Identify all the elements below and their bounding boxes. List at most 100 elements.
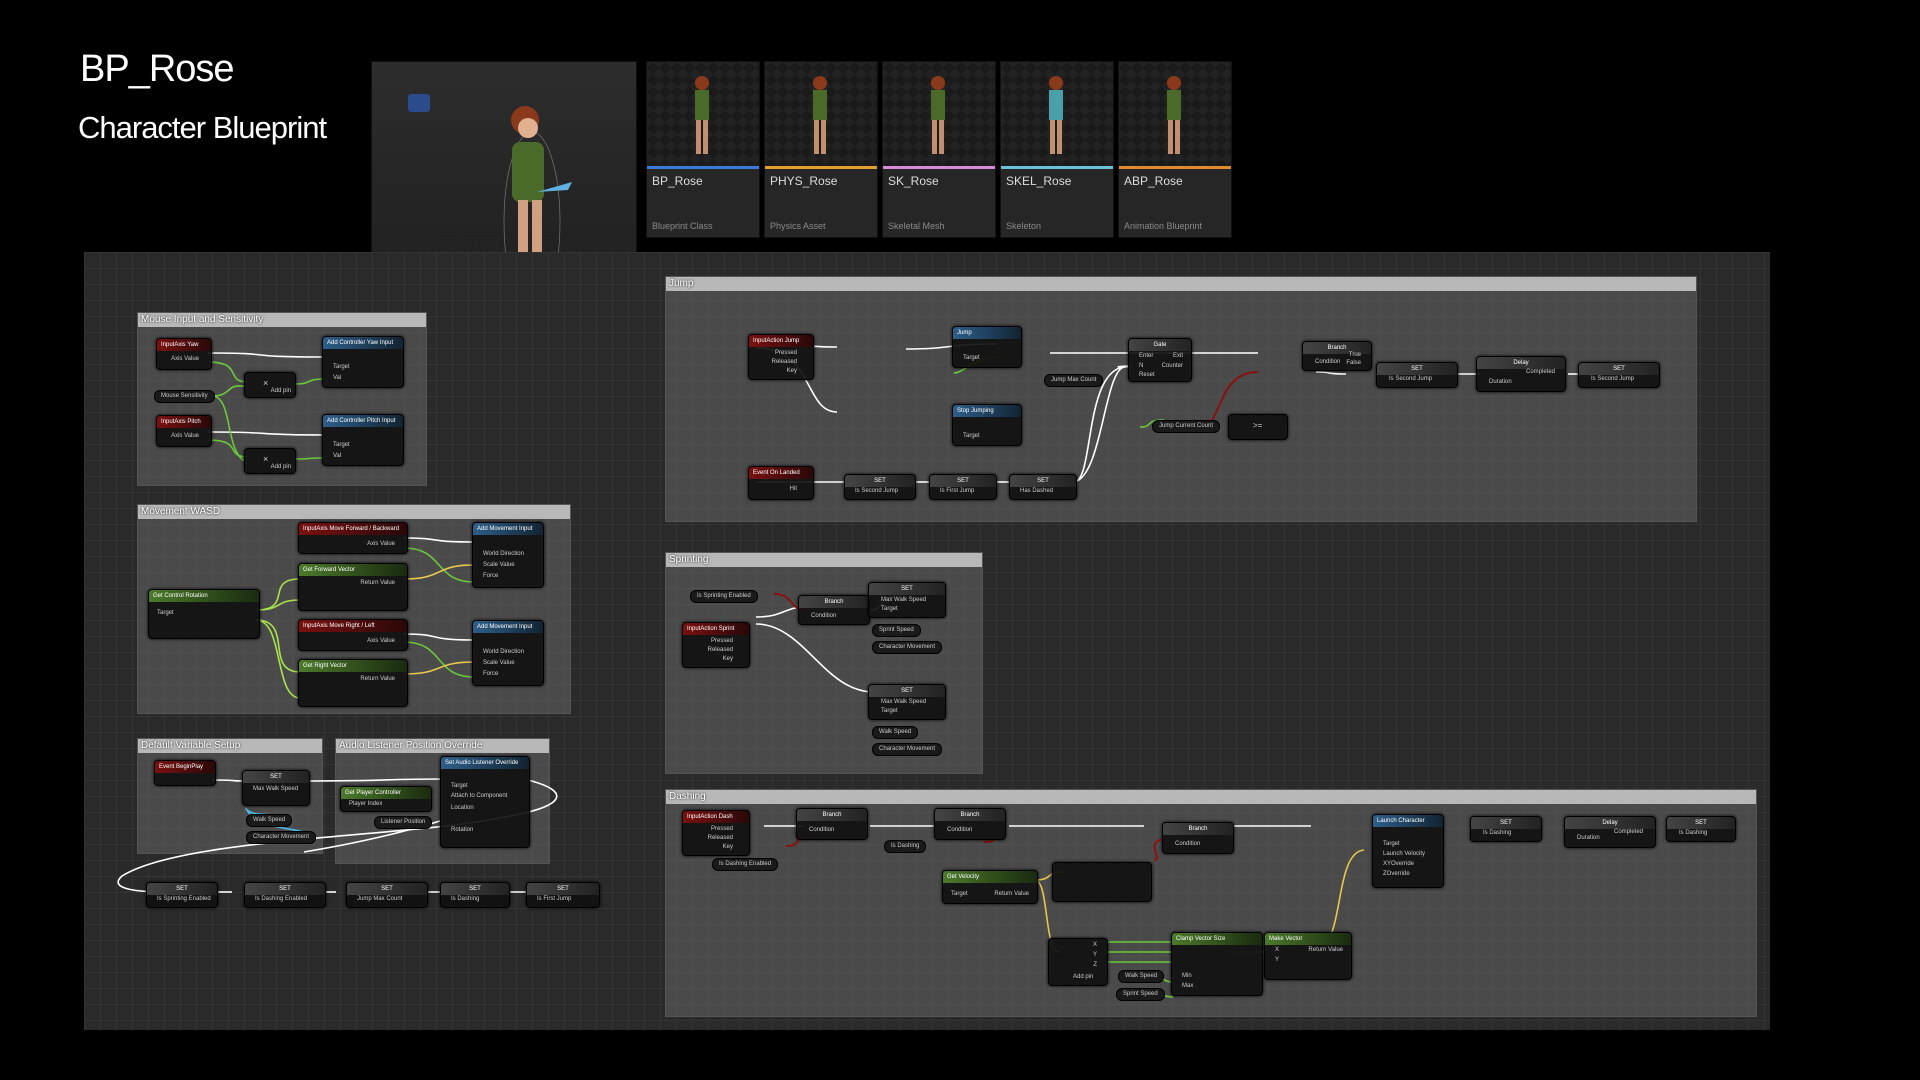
pin-add-pin[interactable]: Add pin xyxy=(1073,974,1093,980)
character-thumb-icon xyxy=(1167,76,1181,154)
node-make-vector[interactable]: Make Vector X Y Return Value xyxy=(1264,932,1352,980)
node-set-max-walk[interactable]: SET Max Walk Speed xyxy=(242,770,310,806)
var-jump-current-count[interactable]: Jump Current Count xyxy=(1152,420,1221,433)
pin-location: Location xyxy=(451,805,474,811)
node-inputaction-sprint[interactable]: InputAction Sprint Pressed Released Key xyxy=(682,622,750,668)
var-jump-max-count[interactable]: Jump Max Count xyxy=(1044,374,1104,387)
node-inputaction-dash[interactable]: InputAction Dash Pressed Released Key xyxy=(682,810,750,856)
node-inputaction-jump[interactable]: InputAction Jump Pressed Released Key xyxy=(748,334,814,380)
pin-add-pin[interactable]: Add pin xyxy=(271,388,291,394)
node-set-jump-max-count[interactable]: SET Jump Max Count xyxy=(346,882,428,908)
pin-target: Target xyxy=(157,610,174,616)
node-stop-jumping[interactable]: Stop Jumping Target xyxy=(952,404,1022,446)
node-set-max-walk-sprint[interactable]: SET Max Walk Speed Target xyxy=(868,582,946,618)
pin-z: Z xyxy=(1093,962,1097,968)
node-multiply-yaw[interactable]: × Add pin xyxy=(244,372,296,398)
pin-val: Val xyxy=(333,375,342,381)
node-branch-dash-3[interactable]: Branch Condition xyxy=(1162,822,1234,854)
node-get-right-vector[interactable]: Get Right Vector Return Value xyxy=(298,659,408,707)
var-walk-speed[interactable]: Walk Speed xyxy=(1118,970,1165,983)
pin-val: Val xyxy=(333,453,342,459)
var-character-movement[interactable]: Character Movement xyxy=(872,641,943,654)
node-set-audio-listener[interactable]: Set Audio Listener Override Target Attac… xyxy=(440,756,530,848)
node-vector-compare[interactable] xyxy=(1052,862,1152,902)
node-compare[interactable]: >= xyxy=(1228,414,1288,440)
var-is-sprinting-enabled[interactable]: Is Sprinting Enabled xyxy=(690,590,758,603)
var-is-dashing-enabled[interactable]: Is Dashing Enabled xyxy=(712,858,779,871)
asset-card-phys[interactable]: PHYS_Rose Physics Asset xyxy=(764,61,878,238)
node-set-is-second-jump[interactable]: SET Is Second Jump xyxy=(844,474,916,500)
node-set-is-second-jump-3[interactable]: SET Is Second Jump xyxy=(1578,362,1660,388)
character-thumb-icon xyxy=(1049,76,1063,154)
pin-max-walk-speed: Max Walk Speed xyxy=(881,597,927,603)
pin-axis-value: Axis Value xyxy=(171,356,199,362)
pin-x: X xyxy=(1092,942,1097,948)
node-multiply-pitch[interactable]: × Add pin xyxy=(244,448,296,474)
node-branch-dash-1[interactable]: Branch Condition xyxy=(796,808,868,840)
node-break-vector[interactable]: X Y Z Add pin xyxy=(1048,938,1108,986)
node-title: SET xyxy=(930,475,996,487)
blueprint-graph[interactable]: Mouse Input and Sensitivity Movement WAS… xyxy=(84,252,1770,1030)
node-get-velocity[interactable]: Get Velocity Target Return Value xyxy=(942,870,1038,904)
pin-add-pin[interactable]: Add pin xyxy=(271,464,291,470)
var-walk-speed[interactable]: Walk Speed xyxy=(872,726,919,739)
node-set-is-dashing-2[interactable]: SET Is Dashing xyxy=(1470,816,1542,842)
node-set-is-first-jump[interactable]: SET Is First Jump xyxy=(526,882,600,908)
node-inputaxis-move-forward[interactable]: InputAxis Move Forward / Backward Axis V… xyxy=(298,522,408,554)
node-event-on-landed[interactable]: Event On Landed Hit xyxy=(748,466,814,500)
asset-card-abp[interactable]: ABP_Rose Animation Blueprint xyxy=(1118,61,1232,238)
node-add-movement-right[interactable]: Add Movement Input World Direction Scale… xyxy=(472,620,544,686)
node-branch-jump[interactable]: Branch Condition True False xyxy=(1302,341,1372,371)
node-set-is-second-jump-2[interactable]: SET Is Second Jump xyxy=(1376,362,1458,388)
asset-type: Animation Blueprint xyxy=(1124,221,1203,231)
node-get-player-controller[interactable]: Get Player Controller Player Index xyxy=(340,786,432,812)
var-mouse-sensitivity[interactable]: Mouse Sensitivity xyxy=(154,390,215,403)
node-jump[interactable]: Jump Target xyxy=(952,326,1022,368)
node-add-yaw-input[interactable]: Add Controller Yaw Input Target Val xyxy=(322,336,404,388)
node-inputaxis-yaw[interactable]: InputAxis Yaw Axis Value xyxy=(156,338,212,370)
node-branch-dash-2[interactable]: Branch Condition xyxy=(934,808,1006,840)
var-listener-position[interactable]: Listener Position xyxy=(374,816,433,829)
asset-card-bp[interactable]: BP_Rose Blueprint Class xyxy=(646,61,760,238)
node-title: InputAxis Pitch xyxy=(157,416,211,428)
node-get-forward-vector[interactable]: Get Forward Vector Return Value xyxy=(298,563,408,611)
pin-target: Target xyxy=(1383,841,1400,847)
node-add-pitch-input[interactable]: Add Controller Pitch Input Target Val xyxy=(322,414,404,466)
node-title: Get Right Vector xyxy=(299,660,407,672)
pin-pressed: Pressed xyxy=(710,826,733,832)
float-wire xyxy=(207,439,249,458)
pin-duration: Duration xyxy=(1489,379,1512,385)
node-delay-jump[interactable]: Delay Duration Completed xyxy=(1476,356,1566,392)
pin-is-dashing: Is Dashing xyxy=(1483,830,1512,836)
var-sprint-speed[interactable]: Sprint Speed xyxy=(872,624,921,637)
node-set-is-sprinting[interactable]: SET Is Sprinting Enabled xyxy=(146,882,218,908)
node-inputaxis-pitch[interactable]: InputAxis Pitch Axis Value xyxy=(156,415,212,447)
var-is-dashing[interactable]: Is Dashing xyxy=(884,840,927,853)
node-title: Branch xyxy=(1163,823,1233,835)
asset-type: Skeleton xyxy=(1006,221,1042,231)
node-set-has-dashed[interactable]: SET Has Dashed xyxy=(1009,474,1077,500)
node-add-movement-fwd[interactable]: Add Movement Input World Direction Scale… xyxy=(472,522,544,588)
node-gate[interactable]: Gate Enter N Reset Exit Counter xyxy=(1128,338,1192,382)
var-walk-speed[interactable]: Walk Speed xyxy=(246,814,293,827)
node-inputaxis-move-right[interactable]: InputAxis Move Right / Left Axis Value xyxy=(298,619,408,651)
node-delay-dash[interactable]: Delay Duration Completed xyxy=(1564,816,1656,848)
asset-card-skel[interactable]: SKEL_Rose Skeleton xyxy=(1000,61,1114,238)
pin-is-sprinting-enabled: Is Sprinting Enabled xyxy=(157,896,211,902)
asset-card-sk[interactable]: SK_Rose Skeletal Mesh xyxy=(882,61,996,238)
node-launch-character[interactable]: Launch Character Target Launch Velocity … xyxy=(1372,814,1444,888)
var-character-movement[interactable]: Character Movement xyxy=(246,831,317,844)
pin-z-override: ZOverride xyxy=(1383,871,1410,877)
node-set-is-dashing[interactable]: SET Is Dashing xyxy=(440,882,510,908)
node-set-is-dashing-enabled[interactable]: SET Is Dashing Enabled xyxy=(244,882,326,908)
node-branch-sprint[interactable]: Branch Condition xyxy=(798,595,870,625)
node-get-control-rotation[interactable]: Get Control Rotation Target xyxy=(148,589,260,639)
var-sprint-speed[interactable]: Sprint Speed xyxy=(1116,988,1165,1001)
node-event-beginplay[interactable]: Event BeginPlay xyxy=(154,760,216,786)
node-clamp-vector-size[interactable]: Clamp Vector Size Min Max xyxy=(1171,932,1263,996)
pin-is-dashing: Is Dashing xyxy=(1679,830,1708,836)
node-set-is-dashing-3[interactable]: SET Is Dashing xyxy=(1666,816,1736,842)
node-set-max-walk-walk[interactable]: SET Max Walk Speed Target xyxy=(868,684,946,720)
node-set-is-first-jump-2[interactable]: SET Is First Jump xyxy=(929,474,997,500)
var-character-movement[interactable]: Character Movement xyxy=(872,743,943,756)
